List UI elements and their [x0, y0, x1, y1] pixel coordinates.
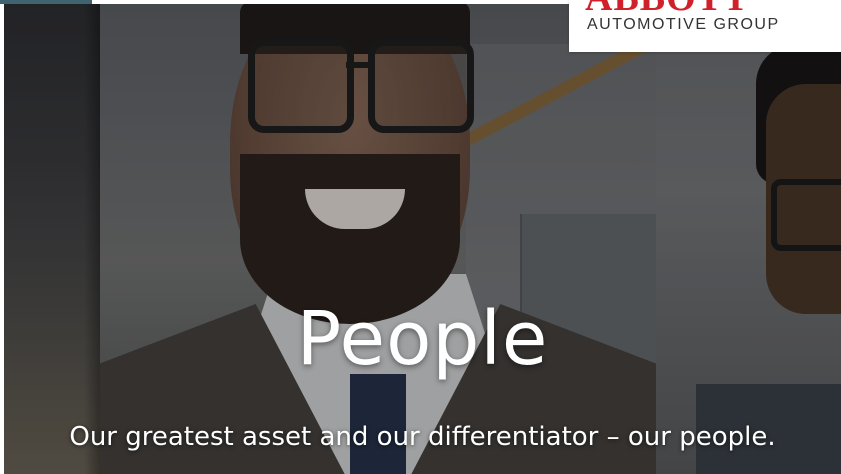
- logo-subtitle: AUTOMOTIVE GROUP: [587, 16, 780, 33]
- photo-overlay: [4, 4, 841, 474]
- hero-title: People: [296, 296, 549, 382]
- hero-tagline: Our greatest asset and our differentiato…: [69, 422, 776, 452]
- company-logo[interactable]: ABBOTT AUTOMOTIVE GROUP: [569, 0, 841, 52]
- hero-section: People Our greatest asset and our differ…: [0, 0, 841, 474]
- people-photo-banner: People Our greatest asset and our differ…: [4, 4, 841, 474]
